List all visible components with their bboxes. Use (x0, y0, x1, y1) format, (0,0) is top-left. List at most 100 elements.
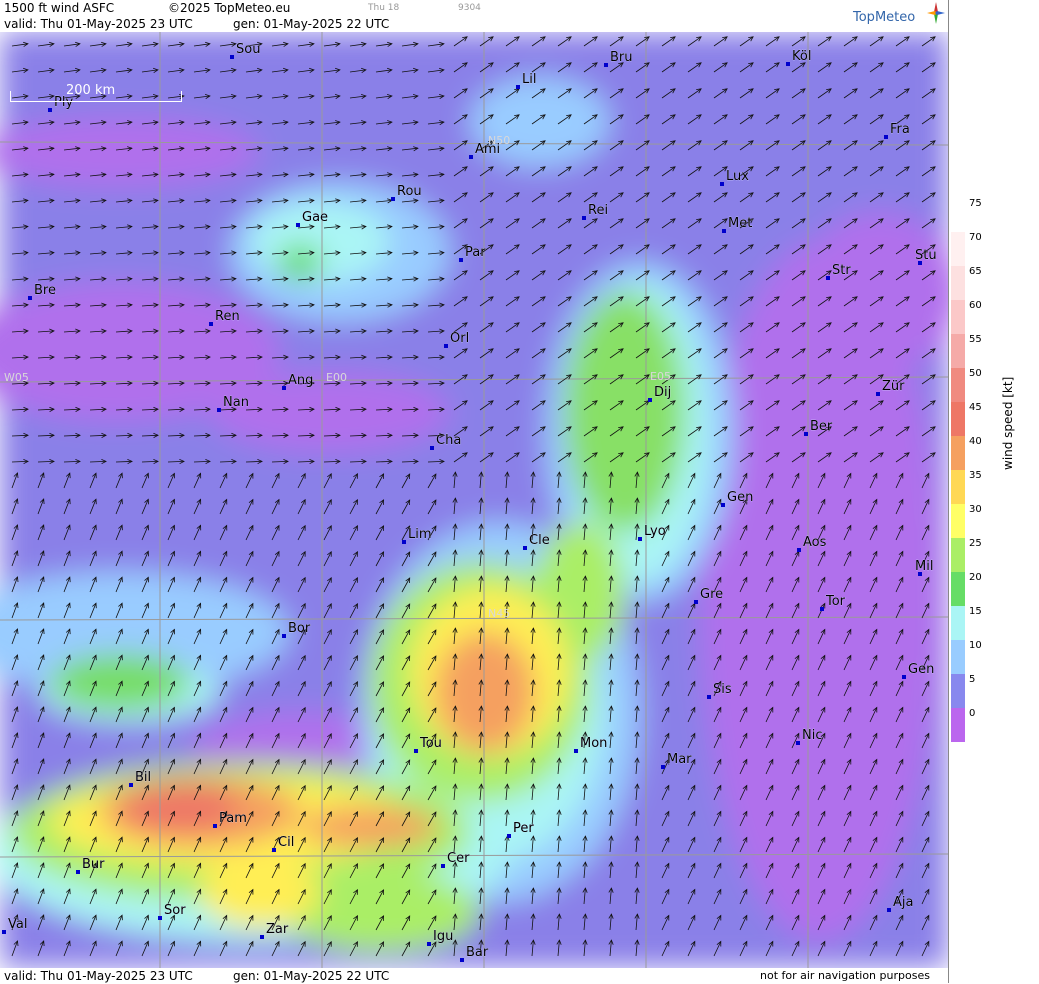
legend-color-step (951, 300, 965, 334)
legend-tick: 35 (969, 470, 982, 481)
legend-title: wind speed [kt] (1001, 376, 1015, 470)
legend-tick: 0 (969, 708, 976, 719)
legend-color-step (951, 606, 965, 640)
city-marker (638, 537, 642, 541)
city-label: Ren (215, 309, 240, 324)
legend-color-step (951, 368, 965, 402)
legend-tick: 15 (969, 606, 982, 617)
copyright: ©2025 TopMeteo.eu (168, 1, 291, 15)
city-marker (796, 741, 800, 745)
city-marker (582, 216, 586, 220)
city-label: Bil (135, 770, 151, 785)
city-label: Mon (580, 736, 607, 751)
city-label: Ber (810, 419, 833, 434)
city-label: Bor (288, 621, 311, 636)
city-marker (661, 765, 665, 769)
city-label: Ajа (893, 895, 913, 910)
city-marker (158, 916, 162, 920)
city-marker (876, 392, 880, 396)
city-marker (797, 548, 801, 552)
city-marker (469, 155, 473, 159)
city-label: Gen (908, 662, 934, 677)
header-row-1: 1500 ft wind ASFC ©2025 TopMeteo.eu Thu … (0, 0, 948, 16)
compass-star-icon (927, 2, 945, 24)
city-marker (574, 749, 578, 753)
city-marker (786, 62, 790, 66)
city-label: Stu (915, 248, 937, 263)
city-marker (459, 258, 463, 262)
city-label: Zür (882, 379, 905, 394)
city-label: Gae (302, 210, 328, 225)
city-label: Lim (408, 527, 432, 542)
city-marker (441, 864, 445, 868)
city-label: Mar (667, 752, 692, 767)
city-marker (694, 600, 698, 604)
legend-color-bar (951, 198, 965, 742)
city-marker (507, 834, 511, 838)
city-marker (523, 546, 527, 550)
legend-tick: 70 (969, 232, 982, 243)
legend-tick: 30 (969, 504, 982, 515)
legend-color-step (951, 538, 965, 572)
logo-text: TopMeteo (853, 10, 916, 25)
city-label: Rou (397, 184, 422, 199)
city-label: Par (465, 245, 486, 260)
city-label: Fra (890, 122, 910, 137)
city-label: Pam (219, 811, 247, 826)
city-marker (804, 432, 808, 436)
run-code: 9304 (458, 3, 481, 13)
legend-color-step (951, 504, 965, 538)
city-marker (209, 322, 213, 326)
city-marker (604, 63, 608, 67)
city-label: Sis (713, 682, 732, 697)
city-marker (720, 182, 724, 186)
footer-gen-time: gen: 01-May-2025 22 UTC (233, 969, 390, 983)
city-label: Str (832, 263, 851, 278)
city-label: Orl (450, 331, 469, 346)
city-marker (230, 55, 234, 59)
city-label: Nic (802, 728, 822, 743)
city-marker (402, 540, 406, 544)
legend-color-step (951, 198, 965, 232)
city-marker (902, 675, 906, 679)
city-marker (272, 848, 276, 852)
city-label: Tou (419, 736, 442, 751)
wind-speed-field (0, 32, 948, 968)
city-marker (76, 870, 80, 874)
city-marker (444, 344, 448, 348)
city-label: Köl (792, 49, 811, 64)
city-label: Lil (522, 72, 536, 87)
city-label: Cer (447, 851, 470, 866)
city-marker (129, 783, 133, 787)
city-marker (213, 824, 217, 828)
city-marker (260, 935, 264, 939)
city-label: Bar (466, 945, 489, 960)
city-label: Mil (915, 559, 933, 574)
grid-label-w05: W05 (4, 371, 29, 384)
day-mark: Thu 18 (368, 3, 400, 13)
legend-color-step (951, 470, 965, 504)
city-marker (282, 634, 286, 638)
city-label: Sou (236, 42, 260, 57)
city-label: Gre (700, 587, 723, 602)
gen-time: gen: 01-May-2025 22 UTC (233, 17, 390, 31)
city-marker (516, 85, 520, 89)
city-marker (2, 930, 6, 934)
city-label: Cil (278, 835, 294, 850)
legend-tick: 20 (969, 572, 982, 583)
legend-tick: 55 (969, 334, 982, 345)
legend-tick: 65 (969, 266, 982, 277)
city-marker (430, 446, 434, 450)
legend-color-step (951, 266, 965, 300)
city-marker (282, 386, 286, 390)
valid-time: valid: Thu 01-May-2025 23 UTC (4, 17, 193, 31)
footer-row: valid: Thu 01-May-2025 23 UTC gen: 01-Ma… (0, 968, 948, 983)
legend-color-step (951, 402, 965, 436)
city-label: Met (728, 216, 752, 231)
footer-disclaimer: not for air navigation purposes (760, 969, 930, 982)
city-label: Aos (803, 535, 827, 550)
wind-map-canvas: N50 E05 E00 W05 N45 SouBru KölPlyLilAmiFr… (0, 32, 948, 968)
city-label: Bur (82, 857, 105, 872)
legend-tick: 50 (969, 368, 982, 379)
city-label: Zar (266, 922, 289, 937)
